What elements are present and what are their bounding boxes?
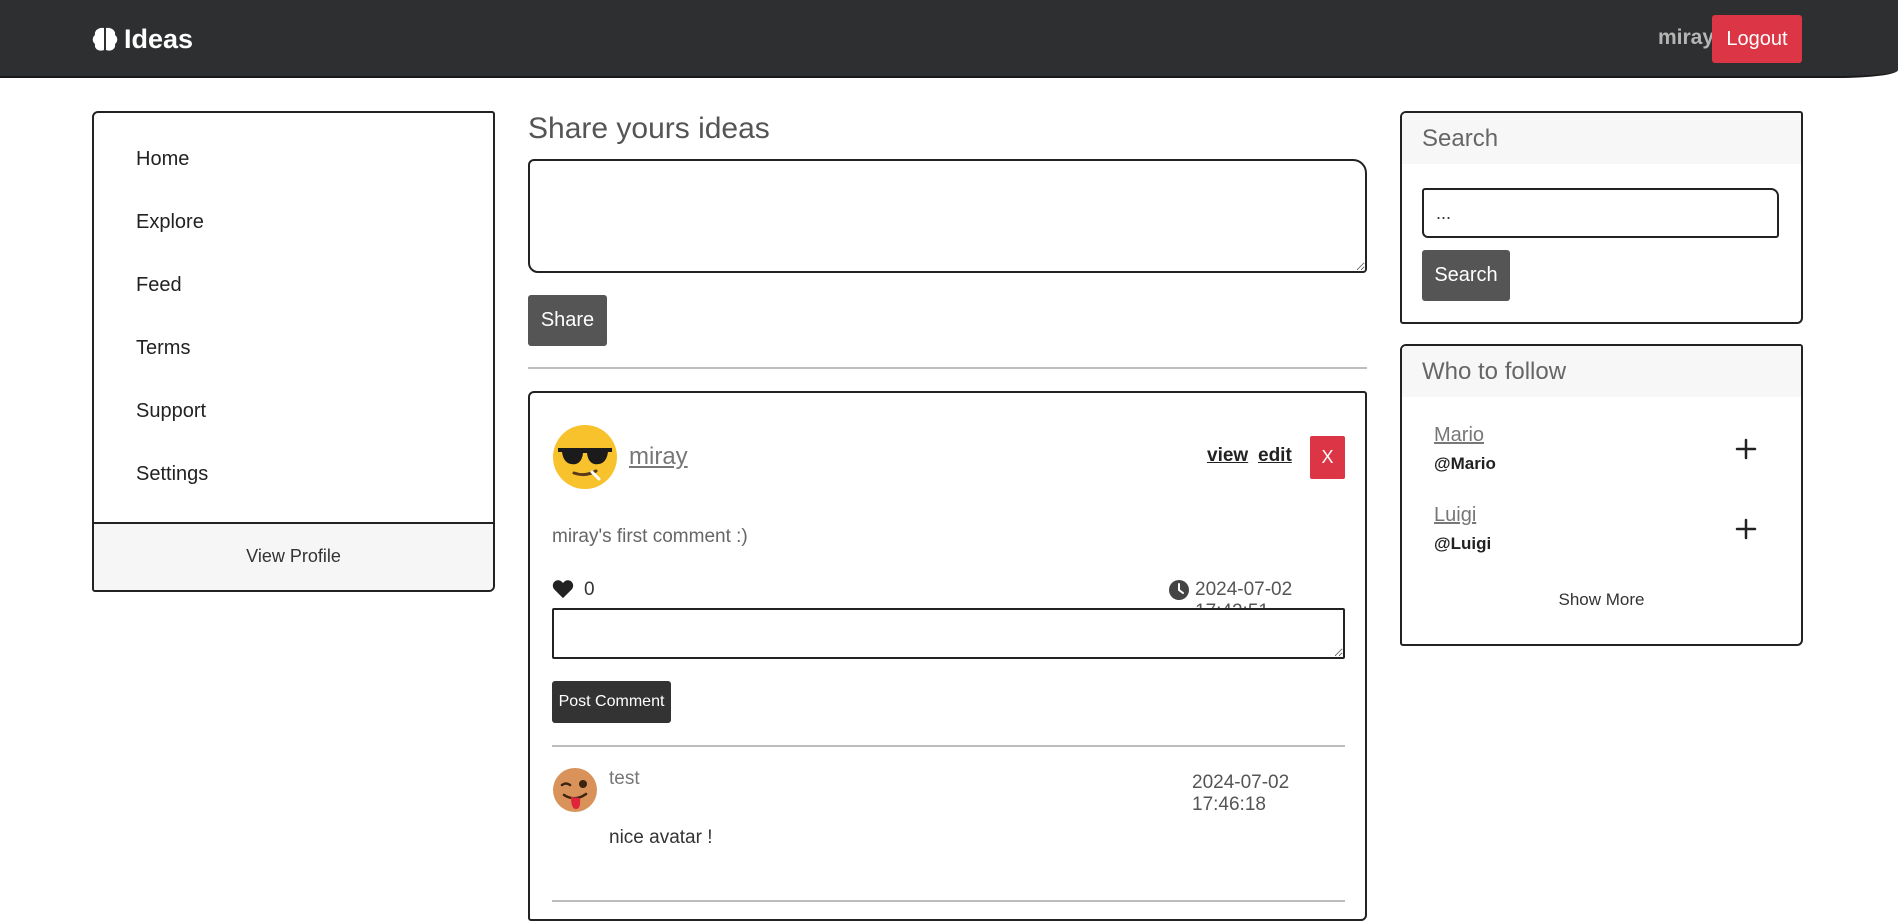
comment-text: nice avatar ! [609,827,713,848]
sidebar-item-feed[interactable]: Feed [94,267,493,330]
search-card: Search Search [1400,111,1803,324]
follow-user-name[interactable]: Luigi [1434,504,1476,527]
view-profile-link[interactable]: View Profile [94,522,493,590]
brand-name: Ideas [124,23,194,54]
brand-link[interactable]: Ideas [90,20,193,58]
logout-button[interactable]: Logout [1712,15,1802,63]
navbar: Ideas miray Logout [0,0,1898,78]
post-view-link[interactable]: view [1207,445,1248,467]
heart-icon[interactable] [552,579,574,599]
follow-user-handle: @Mario [1434,454,1496,473]
brain-icon [92,27,118,51]
sidebar-card: Home Explore Feed Terms Support Settings… [92,111,495,592]
winking-tongue-emoji-icon [553,768,597,812]
like-count: 0 [584,579,595,600]
sidebar-item-home[interactable]: Home [94,141,493,204]
sunglasses-emoji-icon [553,425,617,489]
search-input[interactable] [1422,188,1779,238]
post-comment-button[interactable]: Post Comment [552,681,671,723]
show-more-link[interactable]: Show More [1402,590,1801,610]
delete-post-button[interactable]: X [1310,436,1345,479]
sidebar-item-terms[interactable]: Terms [94,330,493,393]
clock-icon [1169,580,1189,600]
follow-user-handle: @Luigi [1434,534,1492,553]
search-button[interactable]: Search [1422,250,1510,301]
sidebar-item-settings[interactable]: Settings [94,456,493,519]
sidebar-item-support[interactable]: Support [94,393,493,456]
comment-timestamp: 2024-07-02 17:46:18 [1192,772,1290,815]
sidebar-item-explore[interactable]: Explore [94,204,493,267]
search-card-title: Search [1402,113,1801,164]
comment-input[interactable] [552,608,1345,659]
post-content: miray's first comment :) [552,526,748,547]
plus-icon[interactable] [1734,437,1758,461]
plus-icon[interactable] [1734,517,1758,541]
post-card: miray view edit X miray's first comment … [528,391,1367,921]
divider [528,367,1367,369]
share-button[interactable]: Share [528,295,607,346]
who-to-follow-title: Who to follow [1402,346,1801,397]
who-to-follow-card: Who to follow Mario @Mario Luigi @Luigi … [1400,344,1803,646]
post-author-link[interactable]: miray [629,443,688,471]
follow-user-name[interactable]: Mario [1434,424,1484,447]
idea-textarea[interactable] [528,159,1367,273]
nav-username[interactable]: miray [1658,26,1714,50]
post-edit-link[interactable]: edit [1258,445,1292,467]
sidebar-nav: Home Explore Feed Terms Support Settings [94,113,493,519]
comment-author: test [609,768,640,789]
divider [552,900,1345,902]
divider [552,745,1345,747]
share-title: Share yours ideas [528,112,770,145]
